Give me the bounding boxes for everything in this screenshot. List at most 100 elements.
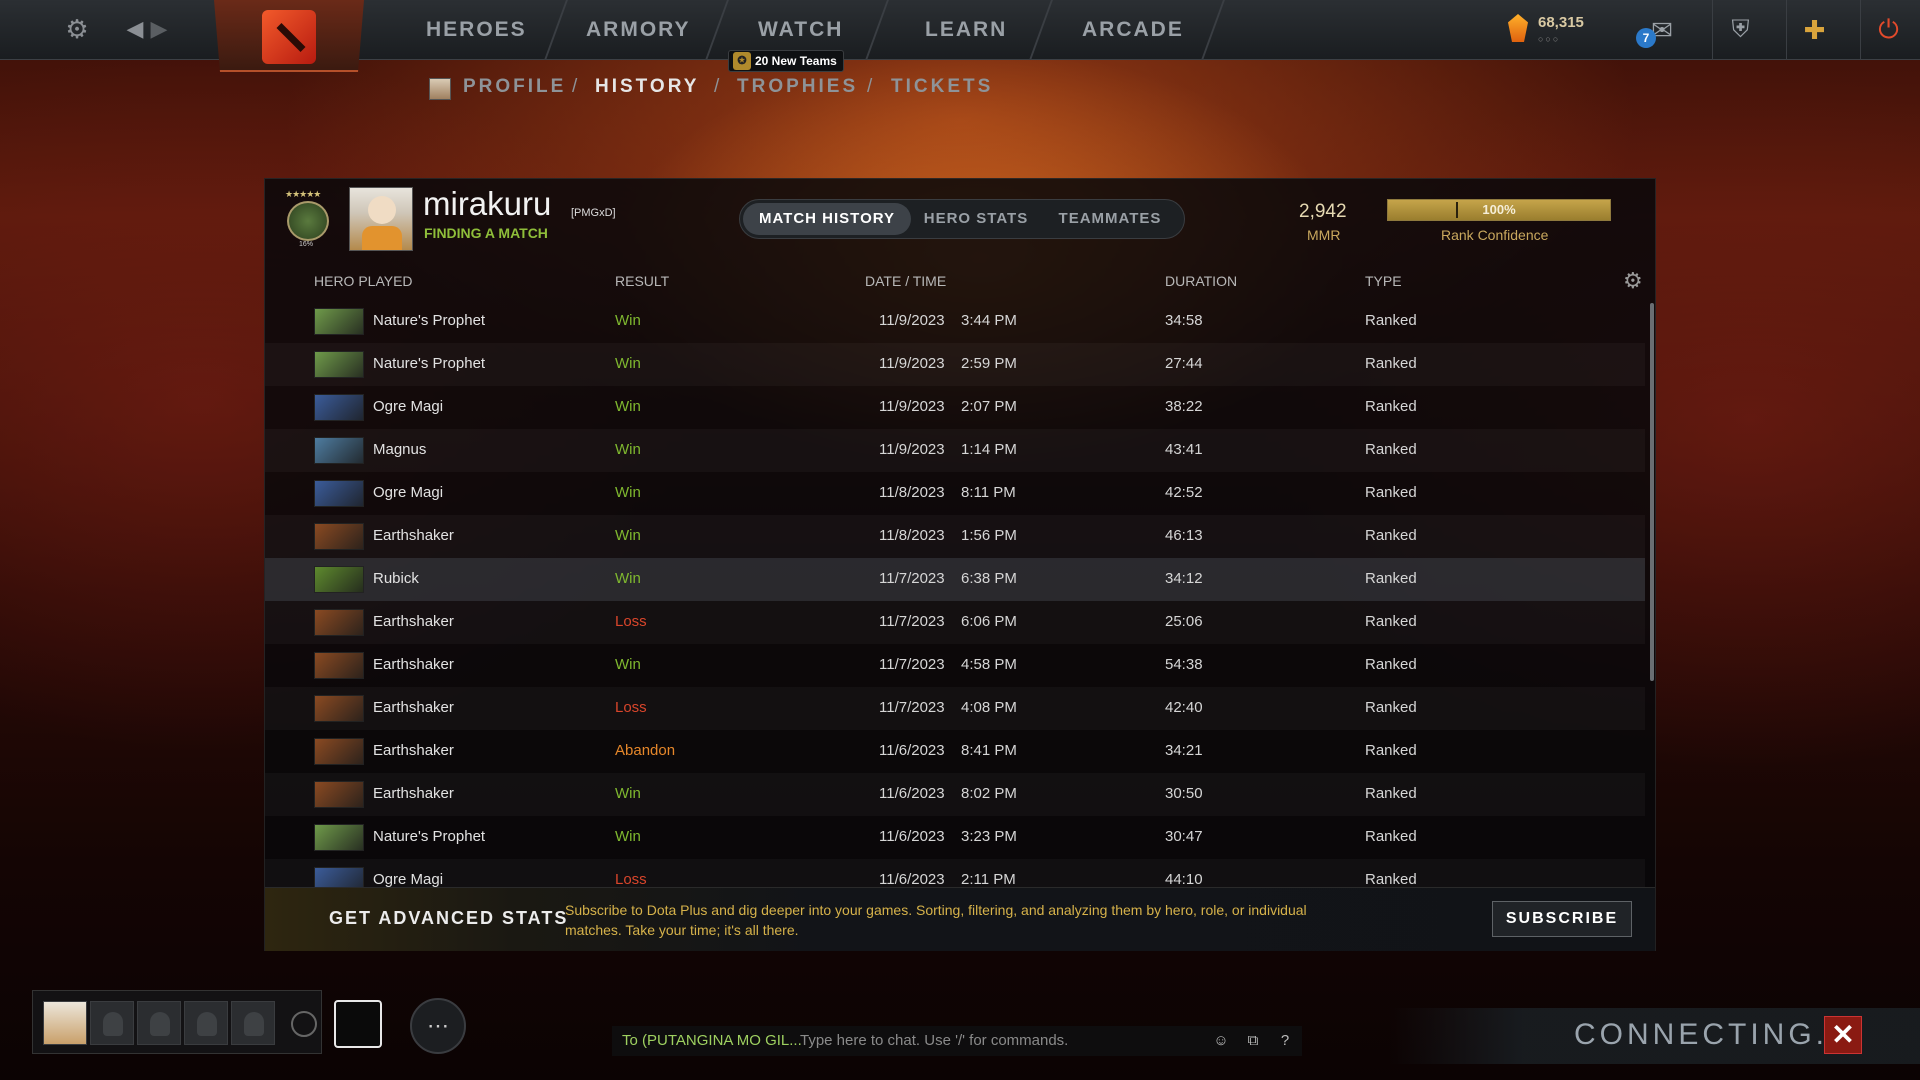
match-result: Win xyxy=(615,441,641,458)
match-list-scrollbar[interactable] xyxy=(1650,303,1654,681)
table-row[interactable]: Earthshaker Loss 11/7/2023 4:08 PM 42:40 Rank… xyxy=(265,687,1645,730)
nav-arcade[interactable]: ARCADE xyxy=(1082,18,1184,42)
column-header-date[interactable]: DATE / TIME xyxy=(865,273,946,289)
table-row[interactable]: Ogre Magi Win 11/8/2023 8:11 PM 42:52 Ranked xyxy=(265,472,1645,515)
table-row[interactable]: Earthshaker Win 11/6/2023 8:02 PM 30:50 Ranke… xyxy=(265,773,1645,816)
tab-hero-stats[interactable]: HERO STATS xyxy=(916,203,1036,235)
nav-watch[interactable]: WATCH xyxy=(758,18,843,42)
match-type: Ranked xyxy=(1365,570,1417,587)
match-type: Ranked xyxy=(1365,699,1417,716)
shard-dots: ○○○ xyxy=(1538,34,1561,44)
chat-image-icon[interactable]: ⧉ xyxy=(1242,1030,1264,1052)
column-header-hero[interactable]: HERO PLAYED xyxy=(314,273,413,289)
help-icon[interactable]: ? xyxy=(1274,1030,1296,1052)
column-header-result[interactable]: RESULT xyxy=(615,273,669,289)
promo-title: GET ADVANCED STATS xyxy=(329,908,569,928)
table-row[interactable]: Rubick Win 11/7/2023 6:38 PM 34:12 Ranked xyxy=(265,558,1645,601)
hero-portrait xyxy=(314,480,364,507)
settings-gear-icon[interactable]: ⚙ xyxy=(60,12,94,46)
match-date: 11/7/2023 xyxy=(879,613,945,630)
dota-logo-tab[interactable] xyxy=(214,0,364,72)
party-slot-empty[interactable] xyxy=(90,1001,134,1045)
match-time: 3:44 PM xyxy=(961,312,1017,329)
match-time: 4:08 PM xyxy=(961,699,1017,716)
table-row[interactable]: Nature's Prophet Win 11/6/2023 3:23 PM 30:47… xyxy=(265,816,1645,859)
party-slot-empty[interactable] xyxy=(137,1001,181,1045)
table-row[interactable]: Nature's Prophet Win 11/9/2023 2:59 PM 27:44… xyxy=(265,343,1645,386)
nav-armory[interactable]: ARMORY xyxy=(586,18,691,42)
party-slot-self[interactable] xyxy=(43,1001,87,1045)
new-teams-badge[interactable]: ✪ 20 New Teams xyxy=(728,50,844,72)
subnav-history[interactable]: HISTORY xyxy=(595,76,699,98)
match-type: Ranked xyxy=(1365,785,1417,802)
mmr-value: 2,942 xyxy=(1299,201,1347,222)
subscribe-button[interactable]: SUBSCRIBE xyxy=(1492,901,1632,937)
cancel-search-close-icon[interactable]: ✕ xyxy=(1824,1016,1862,1054)
history-tab-group: MATCH HISTORY HERO STATS TEAMMATES xyxy=(739,199,1185,239)
match-time: 1:14 PM xyxy=(961,441,1017,458)
table-settings-gear-icon[interactable]: ⚙ xyxy=(1623,268,1643,294)
nav-learn[interactable]: LEARN xyxy=(925,18,1007,42)
subnav-profile[interactable]: PROFILE xyxy=(463,76,566,98)
clan-tag: [PMGxD] xyxy=(571,207,616,219)
match-time: 2:59 PM xyxy=(961,355,1017,372)
table-row[interactable]: Ogre Magi Win 11/9/2023 2:07 PM 38:22 Ranked xyxy=(265,386,1645,429)
voice-headset-icon[interactable] xyxy=(291,1011,317,1037)
rank-medal-icon xyxy=(287,201,329,241)
table-row[interactable]: Earthshaker Abandon 11/6/2023 8:41 PM 34:21 R… xyxy=(265,730,1645,773)
top-nav-bar: ⚙ ◀ ▶ HEROES ARMORY WATCH LEARN ARCADE 6… xyxy=(0,0,1920,72)
table-row[interactable]: Nature's Prophet Win 11/9/2023 3:44 PM 34:58… xyxy=(265,300,1645,343)
person-icon xyxy=(197,1012,217,1036)
tab-teammates[interactable]: TEAMMATES xyxy=(1040,203,1180,235)
chat-input[interactable]: Type here to chat. Use '/' for commands. xyxy=(800,1032,1068,1049)
table-row[interactable]: Earthshaker Win 11/7/2023 4:58 PM 54:38 Ranke… xyxy=(265,644,1645,687)
subnav-tickets[interactable]: TICKETS xyxy=(891,76,993,98)
column-header-duration[interactable]: DURATION xyxy=(1165,273,1237,289)
rank-stars-icon: ★★★★★ xyxy=(285,189,321,199)
party-slot-empty[interactable] xyxy=(184,1001,228,1045)
dota-plus-icon[interactable]: ✚ xyxy=(1786,0,1842,60)
hero-portrait xyxy=(314,824,364,851)
power-icon[interactable]: ⏻ xyxy=(1860,0,1916,60)
avatar[interactable] xyxy=(349,187,413,251)
rank-confidence-label: Rank Confidence xyxy=(1441,227,1549,243)
match-duration: 25:06 xyxy=(1165,613,1203,630)
rank-percentile: 16% xyxy=(299,241,314,248)
tab-match-history[interactable]: MATCH HISTORY xyxy=(743,203,911,235)
match-duration: 44:10 xyxy=(1165,871,1203,887)
table-row[interactable]: Earthshaker Loss 11/7/2023 6:06 PM 25:06 Rank… xyxy=(265,601,1645,644)
match-result: Win xyxy=(615,785,641,802)
hero-name: Earthshaker xyxy=(373,656,454,673)
rank-medal-badge[interactable]: ★★★★★ 16% xyxy=(281,189,335,249)
chat-recipient[interactable]: To (PUTANGINA MO GIL... xyxy=(622,1032,802,1049)
dota-logo-icon xyxy=(262,10,316,64)
hero-name: Earthshaker xyxy=(373,785,454,802)
match-date: 11/8/2023 xyxy=(879,527,945,544)
nav-heroes[interactable]: HEROES xyxy=(426,18,527,42)
hero-name: Rubick xyxy=(373,570,419,587)
party-group-icon[interactable]: ⋯ xyxy=(410,998,466,1054)
armory-shield-icon[interactable]: ⛨ xyxy=(1712,0,1768,60)
forward-arrow-icon[interactable]: ▶ xyxy=(142,12,176,46)
hero-portrait xyxy=(314,738,364,765)
column-header-type[interactable]: TYPE xyxy=(1365,273,1402,289)
match-time: 2:11 PM xyxy=(961,871,1016,887)
hero-portrait xyxy=(314,437,364,464)
match-type: Ranked xyxy=(1365,355,1417,372)
rank-confidence-percent: 100% xyxy=(1482,202,1516,217)
connecting-banner: CONNECTING... ✕ xyxy=(1390,1008,1920,1064)
match-result: Win xyxy=(615,484,641,501)
match-date: 11/6/2023 xyxy=(879,828,945,845)
match-date: 11/7/2023 xyxy=(879,656,945,673)
table-row[interactable]: Earthshaker Win 11/8/2023 1:56 PM 46:13 Ranke… xyxy=(265,515,1645,558)
table-row[interactable]: Magnus Win 11/9/2023 1:14 PM 43:41 Ranked xyxy=(265,429,1645,472)
emoji-icon[interactable]: ☺ xyxy=(1210,1030,1232,1052)
match-date: 11/7/2023 xyxy=(879,699,945,716)
match-date: 11/9/2023 xyxy=(879,398,945,415)
table-row[interactable]: Ogre Magi Loss 11/6/2023 2:11 PM 44:10 Ranked xyxy=(265,859,1645,887)
match-type: Ranked xyxy=(1365,742,1417,759)
party-slot-empty[interactable] xyxy=(231,1001,275,1045)
match-time: 8:02 PM xyxy=(961,785,1017,802)
chat-toggle-box[interactable] xyxy=(334,1000,382,1048)
subnav-trophies[interactable]: TROPHIES xyxy=(737,76,858,98)
